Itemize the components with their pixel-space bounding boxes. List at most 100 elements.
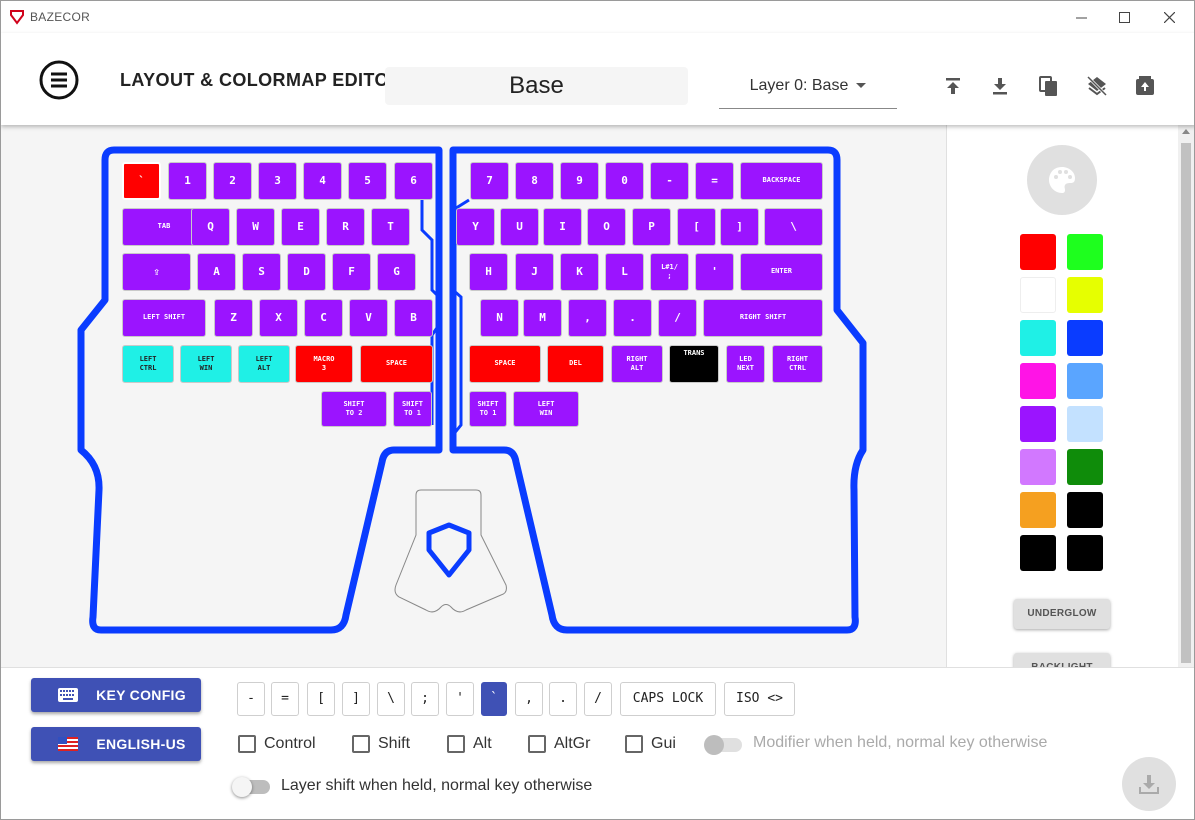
- vertical-scrollbar[interactable]: [1178, 125, 1194, 667]
- color-swatch[interactable]: [1020, 492, 1056, 528]
- key-43[interactable]: X: [259, 299, 298, 337]
- layer-shift-toggle[interactable]: [232, 777, 270, 797]
- special-key-chip[interactable]: /: [584, 682, 612, 716]
- key-52[interactable]: RIGHT SHIFT: [703, 299, 823, 337]
- key-7[interactable]: 7: [470, 162, 509, 200]
- key-35[interactable]: J: [515, 253, 554, 291]
- key-40[interactable]: ENTER: [740, 253, 823, 291]
- special-key-chip[interactable]: [: [307, 682, 335, 716]
- key-59[interactable]: DEL: [547, 345, 604, 383]
- backlight-button[interactable]: BACKLIGHT: [1014, 653, 1110, 667]
- checkbox-icon[interactable]: [625, 735, 643, 753]
- key-17[interactable]: E: [281, 208, 320, 246]
- key-51[interactable]: /: [658, 299, 697, 337]
- key-50[interactable]: .: [613, 299, 652, 337]
- key-config-button[interactable]: KEY CONFIG: [31, 678, 201, 712]
- color-swatch[interactable]: [1020, 449, 1056, 485]
- key-34[interactable]: H: [469, 253, 508, 291]
- color-swatch[interactable]: [1020, 535, 1056, 571]
- color-swatch[interactable]: [1067, 449, 1103, 485]
- key-54[interactable]: LEFT WIN: [180, 345, 232, 383]
- color-swatch[interactable]: [1067, 320, 1103, 356]
- key-47[interactable]: N: [480, 299, 519, 337]
- key-3[interactable]: 3: [258, 162, 297, 200]
- modifier-checkbox-shift[interactable]: Shift: [352, 734, 410, 754]
- key-29[interactable]: A: [197, 253, 236, 291]
- key-28[interactable]: ⇪: [122, 253, 191, 291]
- special-key-chip[interactable]: \: [377, 682, 405, 716]
- key-53[interactable]: LEFT CTRL: [122, 345, 174, 383]
- special-key-chip[interactable]: ': [446, 682, 474, 716]
- modifier-checkbox-alt[interactable]: Alt: [447, 734, 492, 754]
- checkbox-icon[interactable]: [352, 735, 370, 753]
- key-31[interactable]: D: [287, 253, 326, 291]
- color-swatch[interactable]: [1067, 492, 1103, 528]
- key-49[interactable]: ,: [568, 299, 607, 337]
- special-key-chip[interactable]: ISO <>: [724, 682, 795, 716]
- key-36[interactable]: K: [560, 253, 599, 291]
- copy-icon[interactable]: [1037, 74, 1061, 98]
- key-11[interactable]: -: [650, 162, 689, 200]
- key-60[interactable]: RIGHT ALT: [611, 345, 663, 383]
- key-37[interactable]: L: [605, 253, 644, 291]
- color-swatch[interactable]: [1020, 406, 1056, 442]
- color-swatch[interactable]: [1067, 234, 1103, 270]
- key-32[interactable]: F: [332, 253, 371, 291]
- key-27[interactable]: \: [764, 208, 823, 246]
- upload-icon[interactable]: [941, 74, 965, 98]
- clear-layer-icon[interactable]: [1085, 74, 1109, 98]
- key-12[interactable]: =: [695, 162, 734, 200]
- layer-select[interactable]: Layer 0: Base: [719, 71, 897, 109]
- special-key-chip[interactable]: ;: [411, 682, 439, 716]
- key-22[interactable]: I: [543, 208, 582, 246]
- key-56[interactable]: MACRO 3: [295, 345, 353, 383]
- checkbox-icon[interactable]: [238, 735, 256, 753]
- key-30[interactable]: S: [242, 253, 281, 291]
- key-64[interactable]: SHIFT TO 2: [321, 391, 387, 427]
- key-20[interactable]: Y: [456, 208, 495, 246]
- key-42[interactable]: Z: [214, 299, 253, 337]
- color-swatch[interactable]: [1067, 535, 1103, 571]
- key-18[interactable]: R: [326, 208, 365, 246]
- download-icon[interactable]: [988, 74, 1012, 98]
- color-swatch[interactable]: [1067, 363, 1103, 399]
- palette-button[interactable]: [1027, 145, 1097, 215]
- close-button[interactable]: [1146, 1, 1192, 33]
- key-4[interactable]: 4: [303, 162, 342, 200]
- scroll-up-icon[interactable]: [1182, 129, 1190, 134]
- key-21[interactable]: U: [500, 208, 539, 246]
- key-24[interactable]: P: [632, 208, 671, 246]
- key-61[interactable]: TRANS: [669, 345, 719, 383]
- key-23[interactable]: O: [587, 208, 626, 246]
- modifier-checkbox-control[interactable]: Control: [238, 734, 316, 754]
- key-25[interactable]: [: [677, 208, 716, 246]
- key-38[interactable]: L#1/ ;: [650, 253, 689, 291]
- key-15[interactable]: Q: [191, 208, 230, 246]
- key-44[interactable]: C: [304, 299, 343, 337]
- special-key-chip[interactable]: .: [549, 682, 577, 716]
- import-export-icon[interactable]: [1133, 74, 1157, 98]
- key-19[interactable]: T: [371, 208, 410, 246]
- key-39[interactable]: ': [695, 253, 734, 291]
- special-key-chip[interactable]: -: [237, 682, 265, 716]
- key-1[interactable]: 1: [168, 162, 207, 200]
- key-0[interactable]: `: [122, 162, 161, 200]
- language-button[interactable]: ENGLISH-US: [31, 727, 201, 761]
- color-swatch[interactable]: [1020, 234, 1056, 270]
- modifier-checkbox-gui[interactable]: Gui: [625, 734, 676, 754]
- modifier-checkbox-altgr[interactable]: AltGr: [528, 734, 590, 754]
- key-67[interactable]: LEFT WIN: [513, 391, 579, 427]
- key-66[interactable]: SHIFT TO 1: [469, 391, 507, 427]
- special-key-chip[interactable]: `: [481, 682, 507, 716]
- key-58[interactable]: SPACE: [469, 345, 541, 383]
- key-46[interactable]: B: [394, 299, 433, 337]
- scrollbar-thumb[interactable]: [1181, 143, 1191, 663]
- key-10[interactable]: 0: [605, 162, 644, 200]
- key-13[interactable]: BACKSPACE: [740, 162, 823, 200]
- key-6[interactable]: 6: [394, 162, 433, 200]
- maximize-button[interactable]: [1101, 1, 1147, 33]
- special-key-chip[interactable]: ,: [515, 682, 543, 716]
- key-9[interactable]: 9: [560, 162, 599, 200]
- key-55[interactable]: LEFT ALT: [238, 345, 290, 383]
- color-swatch[interactable]: [1020, 277, 1056, 313]
